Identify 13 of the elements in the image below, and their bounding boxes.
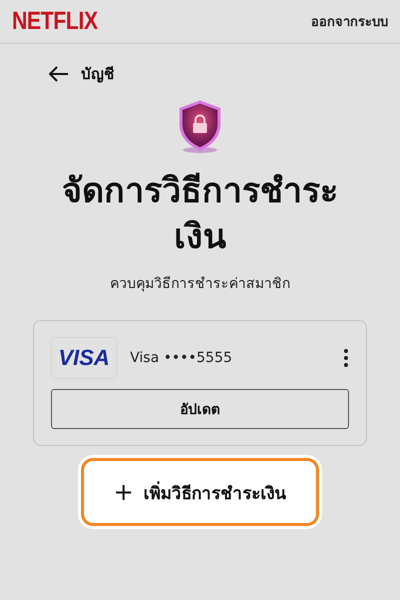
more-options-icon[interactable] [343, 348, 349, 368]
add-payment-button[interactable]: + เพิ่มวิธีการชำระเงิน [81, 458, 319, 526]
card-label: Visa ••••5555 [130, 350, 234, 366]
visa-logo: VISA [51, 337, 117, 379]
netflix-logo[interactable]: NETFLIX [12, 7, 98, 36]
update-button[interactable]: อัปเดต [51, 389, 349, 429]
page-title: จัดการวิธีการชำระเงิน [61, 170, 339, 259]
sign-out-link[interactable]: ออกจากระบบ [311, 11, 388, 32]
shield-lock-icon [178, 100, 222, 154]
plus-icon: + [113, 478, 134, 506]
back-arrow-icon [49, 66, 69, 82]
back-link[interactable]: บัญชี [49, 62, 114, 86]
page-subtitle: ควบคุมวิธีการชำระค่าสมาชิก [110, 275, 290, 294]
